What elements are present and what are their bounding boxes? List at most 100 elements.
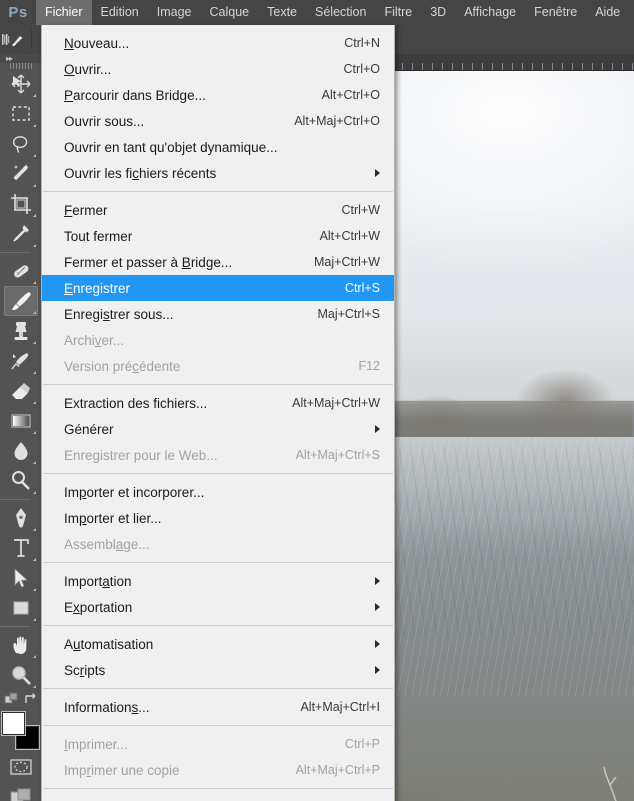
menubar-item-calque[interactable]: Calque [201,0,259,25]
menu-item-label: Ouvrir... [64,61,112,77]
branch-detail-icon [603,766,617,801]
menubar-item-fen-tre[interactable]: Fenêtre [525,0,586,25]
toolbar-bottom-controls [0,690,42,801]
quick-mask-icon[interactable] [4,752,38,782]
submenu-arrow-icon [375,577,380,585]
menu-item-importation[interactable]: Importation [42,568,394,594]
menubar-item-aide[interactable]: Aide [586,0,629,25]
rectangle-shape-tool[interactable] [4,593,38,623]
menubar-item-fichier[interactable]: Fichier [36,0,92,25]
menu-separator [43,384,393,385]
tools-panel: ▸▸ [0,54,43,801]
menu-item-shortcut: F12 [358,359,380,373]
menu-item-shortcut: Maj+Ctrl+S [317,307,380,321]
screen-mode-icon[interactable] [4,782,38,801]
swap-colors-icon[interactable] [23,692,39,706]
menu-item-shortcut: Alt+Ctrl+W [319,229,380,243]
menubar-item-edition[interactable]: Edition [92,0,148,25]
menu-item-quitter[interactable]: QuitterCtrl+Q [42,794,394,801]
rectangular-marquee-tool[interactable] [4,99,38,129]
menu-item-tout-fermer[interactable]: Tout fermer Alt+Ctrl+W [42,223,394,249]
blur-tool[interactable] [4,436,38,466]
menubar-item-filtre[interactable]: Filtre [375,0,421,25]
menu-item-shortcut: Ctrl+S [344,281,380,295]
brush-preset-icon[interactable] [0,29,26,51]
gradient-tool[interactable] [4,406,38,436]
menu-item-label: Informations... [64,699,150,715]
menu-separator [43,725,393,726]
menu-item-importer-et-incorporer[interactable]: Importer et incorporer... [42,479,394,505]
file-menu-dropdown[interactable]: Nouveau... Ctrl+N Ouvrir... Ctrl+O Parcourir… [41,25,395,801]
default-colors-icon[interactable] [4,692,20,706]
submenu-arrow-icon [375,425,380,433]
menu-item-shortcut: Alt+Maj+Ctrl+S [295,448,380,462]
menu-item-shortcut: Ctrl+W [341,203,380,217]
type-tool[interactable] [4,533,38,563]
history-brush-tool[interactable] [4,346,38,376]
menu-item-ouvrir-en-tant-qu-objet-dynamique[interactable]: Ouvrir en tant qu'objet dynamique... [42,134,394,160]
menu-item-fermer[interactable]: Fermer Ctrl+W [42,197,394,223]
crop-tool[interactable] [4,189,38,219]
foreground-color-swatch[interactable] [2,712,25,735]
submenu-arrow-icon [375,640,380,648]
menubar-item-3d[interactable]: 3D [421,0,455,25]
menu-separator [43,688,393,689]
move-tool[interactable] [4,69,38,99]
menu-item-label: Fermer et passer à Bridge... [64,254,233,270]
menu-item-ouvrir-sous[interactable]: Ouvrir sous... Alt+Maj+Ctrl+O [42,108,394,134]
menu-item-exportation[interactable]: Exportation [42,594,394,620]
menu-item-shortcut: Alt+Maj+Ctrl+W [292,396,380,410]
menu-separator [43,473,393,474]
path-selection-tool[interactable] [4,563,38,593]
menu-item-parcourir-dans-bridge[interactable]: Parcourir dans Bridge... Alt+Ctrl+O [42,82,394,108]
brush-tool[interactable] [4,286,38,316]
clone-stamp-tool[interactable] [4,316,38,346]
swatch-shortcuts-row [2,690,40,708]
tools-divider [0,499,30,500]
menu-item-shortcut: Alt+Maj+Ctrl+O [294,114,380,128]
lasso-tool[interactable] [4,129,38,159]
menu-item-label: Enregistrer pour le Web... [64,447,218,463]
eyedropper-tool[interactable] [4,219,38,249]
menu-separator [43,625,393,626]
menu-item-nouveau[interactable]: Nouveau... Ctrl+N [42,30,394,56]
healing-brush-tool[interactable] [4,256,38,286]
menu-item-ouvrir[interactable]: Ouvrir... Ctrl+O [42,56,394,82]
menu-item-imprimer: Imprimer... Ctrl+P [42,731,394,757]
menu-item-enregistrer-sous[interactable]: Enregistrer sous... Maj+Ctrl+S [42,301,394,327]
menu-item-extraction-des-fichiers[interactable]: Extraction des fichiers... Alt+Maj+Ctrl+W [42,390,394,416]
hand-tool[interactable] [4,630,38,660]
menu-item-automatisation[interactable]: Automatisation [42,631,394,657]
menu-item-label: Importer et lier... [64,510,162,526]
menubar-item-image[interactable]: Image [148,0,201,25]
menu-item-label: Générer [64,421,114,437]
menu-item-label: Ouvrir en tant qu'objet dynamique... [64,139,278,155]
menu-item-shortcut: Alt+Maj+Ctrl+P [295,763,380,777]
menu-item-enregistrer-pour-le-web: Enregistrer pour le Web... Alt+Maj+Ctrl+S [42,442,394,468]
menu-item-enregistrer[interactable]: Enregistrer Ctrl+S [42,275,394,301]
magic-wand-tool[interactable] [4,159,38,189]
menu-item-informations[interactable]: Informations... Alt+Maj+Ctrl+I [42,694,394,720]
menu-item-assemblage: Assemblage... [42,531,394,557]
pen-tool[interactable] [4,503,38,533]
menu-item-shortcut: Ctrl+N [344,36,380,50]
photoshop-window: Ps Fichier Edition Image Calque Texte Sélecti… [0,0,634,801]
menubar-item-affichage[interactable]: Affichage [455,0,525,25]
color-swatches[interactable] [2,712,40,750]
menubar-item-texte[interactable]: Texte [258,0,306,25]
menu-item-ouvrir-les-fichiers-r-cents[interactable]: Ouvrir les fichiers récents [42,160,394,186]
menubar-item-s-lection[interactable]: Sélection [306,0,375,25]
menu-item-g-n-rer[interactable]: Générer [42,416,394,442]
menu-item-fermer-et-passer-bridge[interactable]: Fermer et passer à Bridge... Maj+Ctrl+W [42,249,394,275]
eraser-tool[interactable] [4,376,38,406]
collapse-panel-icon[interactable]: ▸▸ [0,54,42,63]
menu-separator [43,788,393,789]
menu-item-scripts[interactable]: Scripts [42,657,394,683]
dodge-tool[interactable] [4,466,38,496]
zoom-tool[interactable] [4,660,38,690]
menu-item-importer-et-lier[interactable]: Importer et lier... [42,505,394,531]
menu-item-label: Version précédente [64,358,181,374]
menu-item-shortcut: Maj+Ctrl+W [314,255,380,269]
photoshop-logo: Ps [8,4,28,21]
menu-item-label: Ouvrir les fichiers récents [64,165,217,181]
